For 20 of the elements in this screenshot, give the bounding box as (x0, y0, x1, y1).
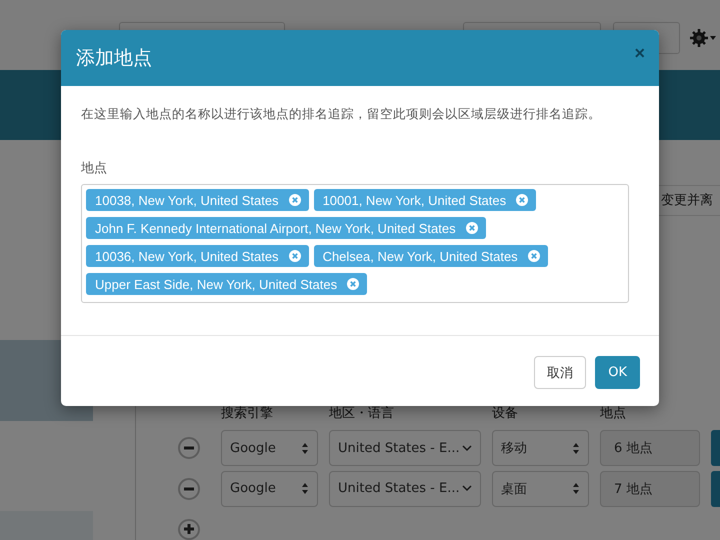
field-label: 地点 (81, 160, 108, 177)
dialog-title: 添加地点 (76, 46, 152, 71)
tag-label: 10038, New York, United States (95, 192, 279, 208)
select-value: 桌面 (501, 480, 527, 498)
tag-label: John F. Kennedy International Airport, New York, United States (95, 220, 456, 236)
column-header: 搜索引擎 (221, 404, 274, 422)
column-header: 设备 (492, 404, 519, 422)
tag-label: Upper East Side, New York, United States (95, 276, 338, 292)
column-header: 地区・语言 (329, 404, 395, 422)
select-value: 移动 (501, 440, 527, 458)
tag-label: Chelsea, New York, United States (322, 248, 518, 264)
column-header: 地点 (600, 404, 627, 422)
select-value: United States - E... (338, 481, 460, 496)
tag-label: 10036, New York, United States (95, 248, 279, 264)
notice-text: 变更并离 (661, 192, 713, 210)
tag-label: 10001, New York, United States (322, 192, 506, 208)
description-text: 在这里输入地点的名称以进行该地点的排名追踪，留空此项则会以区域层级进行排名追踪。 (81, 106, 602, 123)
select-value: Google (230, 440, 276, 456)
select-value: United States - E... (338, 440, 460, 456)
select-value: Google (230, 481, 276, 496)
